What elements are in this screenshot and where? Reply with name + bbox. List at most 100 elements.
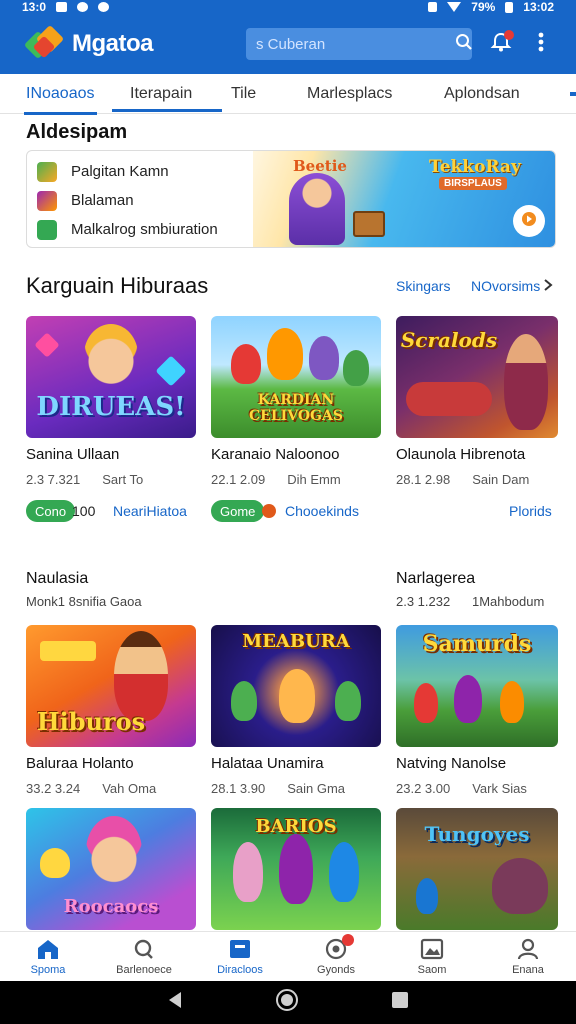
promo-item-label: Palgitan Kamn bbox=[71, 163, 169, 180]
game-meta: 28.1 2.98 bbox=[396, 472, 451, 487]
game-thumbnail: Samurds bbox=[396, 625, 558, 747]
game-card[interactable]: Roocaocs bbox=[26, 808, 196, 930]
game-card[interactable]: KARDIAN CELIVOGAS Karanaio Naloonoo 22.1… bbox=[211, 316, 381, 487]
game-logo-text: BARIOS bbox=[255, 816, 337, 837]
app-bar: Mgatoa bbox=[0, 14, 576, 74]
search-icon[interactable] bbox=[455, 33, 473, 56]
app-screen: 13:0 79% 13:02 Mgatoa s Cuberan INoaoaos… bbox=[0, 0, 576, 1024]
promo-item-label: Malkalrog smbiuration bbox=[71, 221, 218, 238]
promo-item[interactable]: Blalaman bbox=[37, 186, 257, 215]
nav-item-search[interactable]: Barlenoece bbox=[96, 932, 192, 981]
group-subtitle: 1Mahbodum bbox=[472, 594, 545, 609]
game-meta: Dih Emm bbox=[287, 472, 341, 487]
card-action-link[interactable]: Plorids bbox=[509, 503, 552, 519]
game-card[interactable]: Scralods Olaunola Hibrenota 28.1 2.98 Sa… bbox=[396, 316, 558, 487]
nav-item-home[interactable]: Spoma bbox=[0, 932, 96, 981]
home-circle-icon[interactable] bbox=[275, 988, 299, 1017]
nav-item-store[interactable]: Diracloos bbox=[192, 932, 288, 981]
tab-5[interactable]: Aplondsan bbox=[444, 74, 520, 114]
leaf-icon bbox=[37, 219, 57, 240]
promo-item[interactable]: Palgitan Kamn bbox=[37, 157, 257, 186]
chip-value: 100 bbox=[72, 503, 96, 519]
chevron-right-icon[interactable] bbox=[543, 278, 553, 297]
group-title: Naulasia bbox=[26, 570, 89, 587]
promo-artwork: Beetie TekkoRay BIRSPLAUS bbox=[253, 151, 555, 247]
tab-bar: INoaoaos Iterapain Tile Marlesplacs Aplo… bbox=[0, 74, 576, 115]
section-title: Karguain Hiburaas bbox=[26, 273, 209, 298]
play-notification-icon bbox=[98, 2, 110, 12]
section-link-a[interactable]: Skingars bbox=[396, 278, 450, 294]
game-thumbnail: BARIOS bbox=[211, 808, 381, 930]
battery-percent: 79% bbox=[471, 0, 496, 14]
nav-label: Saom bbox=[417, 963, 447, 976]
nav-label: Diracloos bbox=[217, 963, 263, 976]
nav-badge bbox=[342, 933, 354, 946]
game-card[interactable]: Hiburos Baluraa Holanto 33.2 3.24 Vah Om… bbox=[26, 625, 196, 796]
game-meta: Sain Dam bbox=[472, 472, 530, 487]
game-card[interactable]: MEABURA Halataa Unamira 28.1 3.90 Sain G… bbox=[211, 625, 381, 796]
heart-icon[interactable] bbox=[262, 504, 276, 518]
game-thumbnail: Scralods bbox=[396, 316, 558, 438]
search-bar[interactable] bbox=[246, 28, 472, 60]
treasure-chest-icon bbox=[353, 211, 385, 237]
nav-item-profile[interactable]: Enana bbox=[480, 932, 576, 981]
search-icon bbox=[132, 938, 156, 960]
back-icon[interactable] bbox=[166, 990, 184, 1015]
game-card[interactable]: BARIOS bbox=[211, 808, 381, 930]
nav-label: Enana bbox=[512, 963, 544, 976]
tab-3[interactable]: Tile bbox=[231, 74, 256, 114]
game-thumbnail: DIRUEAS! bbox=[26, 316, 196, 438]
promo-title: Aldesipam bbox=[26, 121, 128, 143]
game-meta: 33.2 3.24 bbox=[26, 781, 81, 796]
vibrate-icon bbox=[428, 2, 438, 12]
promo-item-label: Blalaman bbox=[71, 192, 134, 209]
status-chip[interactable]: Cono bbox=[26, 500, 76, 522]
game-logo-text: KARDIAN CELIVOGAS bbox=[249, 392, 343, 424]
game-logo-text: Scralods bbox=[400, 328, 498, 352]
nav-label: Gyonds bbox=[317, 963, 355, 976]
notifications-button[interactable] bbox=[484, 27, 518, 61]
tab-2-underline bbox=[112, 109, 222, 112]
nav-item-gallery[interactable]: Saom bbox=[384, 932, 480, 981]
promo-item[interactable]: Malkalrog smbiuration bbox=[37, 215, 257, 244]
status-bar: 13:0 79% 13:02 bbox=[0, 0, 576, 14]
game-meta: Vah Oma bbox=[102, 781, 157, 796]
game-thumbnail: Roocaocs bbox=[26, 808, 196, 930]
game-card[interactable]: DIRUEAS! Sanina Ullaan 2.3 7.321 Sart To bbox=[26, 316, 196, 487]
card-action-link[interactable]: Chooekinds bbox=[285, 503, 359, 519]
game-logo-text: Samurds bbox=[422, 631, 532, 657]
tab-1[interactable]: INoaoaos bbox=[24, 74, 96, 115]
game-card[interactable]: Tungoyes bbox=[396, 808, 558, 930]
tab-2[interactable]: Iterapain bbox=[130, 74, 192, 114]
game-title: Olaunola Hibrenota bbox=[396, 446, 526, 463]
search-input[interactable] bbox=[256, 35, 455, 53]
game-logo-text: DIRUEAS! bbox=[36, 392, 186, 422]
game-thumbnail: MEABURA bbox=[211, 625, 381, 747]
promo-banner[interactable]: Palgitan Kamn Blalaman Malkalrog smbiura… bbox=[26, 150, 556, 248]
section-link-b[interactable]: NOvorsims bbox=[471, 278, 540, 294]
card-action-link[interactable]: NeariHiatoa bbox=[113, 503, 187, 519]
notification-badge bbox=[504, 30, 514, 40]
status-chip[interactable]: Gome bbox=[211, 500, 265, 522]
app-title: Mgatoa bbox=[72, 30, 154, 57]
play-button[interactable] bbox=[513, 205, 545, 237]
game-meta: Vark Sias bbox=[472, 781, 527, 796]
game-thumbnail: Hiburos bbox=[26, 625, 196, 747]
group-subtitle: Monk1 8snifia Gaoa bbox=[26, 594, 142, 609]
game-icon bbox=[37, 161, 57, 182]
system-navigation-bar bbox=[0, 981, 576, 1024]
more-options-button[interactable] bbox=[524, 27, 558, 61]
image-icon bbox=[420, 938, 444, 960]
nav-item-games[interactable]: Gyonds bbox=[288, 932, 384, 981]
game-title: Halataa Unamira bbox=[211, 755, 324, 772]
recents-icon[interactable] bbox=[390, 990, 410, 1015]
game-meta: 2.3 7.321 bbox=[26, 472, 81, 487]
group-subtitle: 2.3 1.232 bbox=[396, 594, 451, 609]
tab-4[interactable]: Marlesplacs bbox=[307, 74, 392, 114]
wifi-icon bbox=[447, 2, 462, 12]
nav-label: Spoma bbox=[30, 963, 66, 976]
promo-sub: BIRSPLAUS bbox=[439, 177, 507, 190]
game-card[interactable]: Samurds Natving Nanolse 23.2 3.00 Vark S… bbox=[396, 625, 558, 796]
target-icon bbox=[324, 933, 354, 960]
game-title: Baluraa Holanto bbox=[26, 755, 134, 772]
